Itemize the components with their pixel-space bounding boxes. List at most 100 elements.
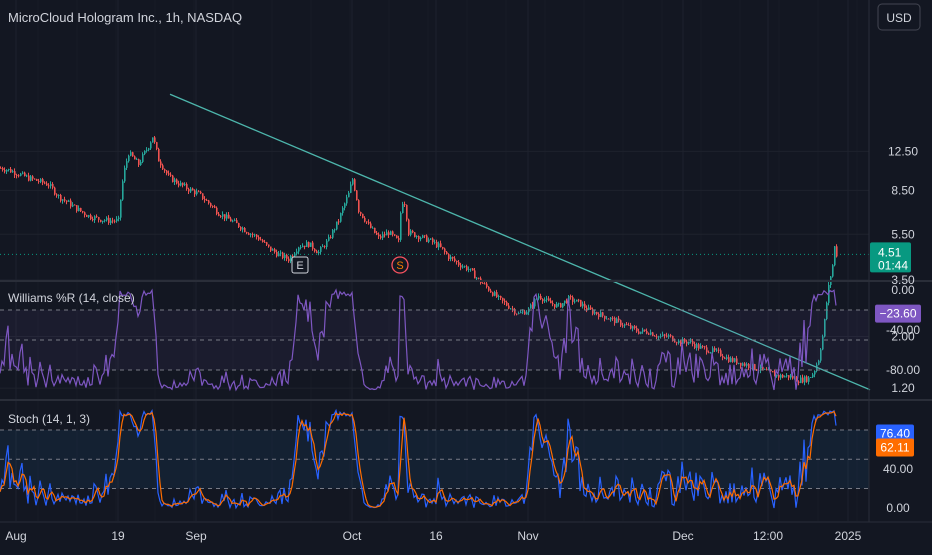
candle-body[interactable] bbox=[180, 182, 182, 186]
candle-body[interactable] bbox=[64, 199, 66, 201]
candle-body[interactable] bbox=[258, 237, 260, 240]
candle-body[interactable] bbox=[290, 255, 292, 262]
candle-body[interactable] bbox=[4, 170, 6, 172]
candle-body[interactable] bbox=[552, 303, 554, 305]
candle-body[interactable] bbox=[312, 242, 314, 249]
candle-body[interactable] bbox=[114, 220, 116, 222]
candle-body[interactable] bbox=[428, 239, 430, 242]
candle-body[interactable] bbox=[544, 299, 546, 302]
candle-body[interactable] bbox=[394, 234, 396, 236]
candle-body[interactable] bbox=[772, 371, 774, 373]
candle-body[interactable] bbox=[52, 184, 54, 188]
candle-body[interactable] bbox=[320, 247, 322, 252]
candle-body[interactable] bbox=[492, 292, 494, 296]
candle-body[interactable] bbox=[562, 303, 564, 308]
candle-body[interactable] bbox=[128, 155, 130, 162]
candle-body[interactable] bbox=[384, 234, 386, 236]
candle-body[interactable] bbox=[392, 231, 394, 235]
candle-body[interactable] bbox=[142, 154, 144, 162]
candle-body[interactable] bbox=[788, 375, 790, 378]
candle-body[interactable] bbox=[352, 179, 354, 185]
candle-body[interactable] bbox=[194, 190, 196, 195]
candle-body[interactable] bbox=[490, 290, 492, 293]
candle-body[interactable] bbox=[172, 175, 174, 183]
candle-body[interactable] bbox=[426, 235, 428, 242]
candle-body[interactable] bbox=[342, 207, 344, 214]
candle-body[interactable] bbox=[0, 168, 2, 169]
candle-body[interactable] bbox=[388, 232, 390, 235]
candle-body[interactable] bbox=[238, 223, 240, 228]
candle-body[interactable] bbox=[160, 161, 162, 166]
candle-body[interactable] bbox=[324, 246, 326, 248]
candle-body[interactable] bbox=[548, 298, 550, 301]
candle-body[interactable] bbox=[232, 220, 234, 222]
candle-body[interactable] bbox=[560, 303, 562, 308]
candle-body[interactable] bbox=[100, 219, 102, 222]
candle-body[interactable] bbox=[346, 197, 348, 204]
candle-body[interactable] bbox=[482, 282, 484, 284]
candle-body[interactable] bbox=[26, 175, 28, 177]
candle-body[interactable] bbox=[326, 240, 328, 247]
candle-body[interactable] bbox=[208, 200, 210, 204]
candle-body[interactable] bbox=[832, 265, 834, 277]
candle-body[interactable] bbox=[358, 200, 360, 212]
candle-body[interactable] bbox=[8, 168, 10, 170]
candle-body[interactable] bbox=[230, 218, 232, 222]
candle-body[interactable] bbox=[476, 277, 478, 279]
candle-body[interactable] bbox=[134, 156, 136, 160]
candle-body[interactable] bbox=[118, 217, 120, 219]
candle-body[interactable] bbox=[488, 286, 490, 291]
candle-body[interactable] bbox=[24, 172, 26, 177]
candle-body[interactable] bbox=[318, 251, 320, 254]
candle-body[interactable] bbox=[186, 184, 188, 189]
candle-body[interactable] bbox=[564, 300, 566, 304]
candle-body[interactable] bbox=[204, 199, 206, 201]
candle-body[interactable] bbox=[442, 246, 444, 249]
candle-body[interactable] bbox=[70, 200, 72, 207]
candle-body[interactable] bbox=[494, 292, 496, 296]
candle-body[interactable] bbox=[348, 192, 350, 198]
candle-body[interactable] bbox=[332, 229, 334, 238]
williams-r-title[interactable]: Williams %R (14, close) bbox=[8, 291, 135, 305]
candle-body[interactable] bbox=[96, 216, 98, 218]
candle-body[interactable] bbox=[262, 240, 264, 242]
candle-body[interactable] bbox=[350, 184, 352, 193]
candle-body[interactable] bbox=[558, 303, 560, 305]
candle-body[interactable] bbox=[330, 237, 332, 238]
candle-body[interactable] bbox=[48, 185, 50, 187]
candle-body[interactable] bbox=[574, 301, 576, 303]
candle-body[interactable] bbox=[266, 242, 268, 245]
candle-body[interactable] bbox=[498, 296, 500, 298]
candle-body[interactable] bbox=[94, 216, 96, 221]
candle-body[interactable] bbox=[174, 179, 176, 183]
candle-body[interactable] bbox=[274, 249, 276, 252]
candle-body[interactable] bbox=[90, 215, 92, 219]
candle-body[interactable] bbox=[396, 235, 398, 239]
candle-body[interactable] bbox=[422, 235, 424, 238]
candle-body[interactable] bbox=[60, 195, 62, 201]
candle-body[interactable] bbox=[44, 182, 46, 184]
candle-body[interactable] bbox=[116, 218, 118, 222]
candle-body[interactable] bbox=[250, 234, 252, 235]
candle-body[interactable] bbox=[360, 211, 362, 214]
candle-body[interactable] bbox=[236, 220, 238, 224]
candle-body[interactable] bbox=[418, 236, 420, 240]
candle-body[interactable] bbox=[220, 215, 222, 217]
candle-body[interactable] bbox=[68, 200, 70, 202]
candle-body[interactable] bbox=[554, 304, 556, 308]
candle-body[interactable] bbox=[438, 243, 440, 248]
candle-body[interactable] bbox=[446, 251, 448, 255]
candle-body[interactable] bbox=[572, 297, 574, 302]
candle-body[interactable] bbox=[196, 191, 198, 195]
candle-body[interactable] bbox=[80, 207, 82, 212]
candle-body[interactable] bbox=[168, 173, 170, 175]
candle-body[interactable] bbox=[156, 142, 158, 149]
candle-body[interactable] bbox=[92, 218, 94, 221]
candle-body[interactable] bbox=[2, 168, 4, 171]
candle-body[interactable] bbox=[58, 195, 60, 196]
candle-body[interactable] bbox=[502, 297, 504, 301]
candle-body[interactable] bbox=[452, 256, 454, 259]
candle-body[interactable] bbox=[798, 381, 800, 383]
candle-body[interactable] bbox=[78, 207, 80, 212]
candle-body[interactable] bbox=[456, 261, 458, 263]
